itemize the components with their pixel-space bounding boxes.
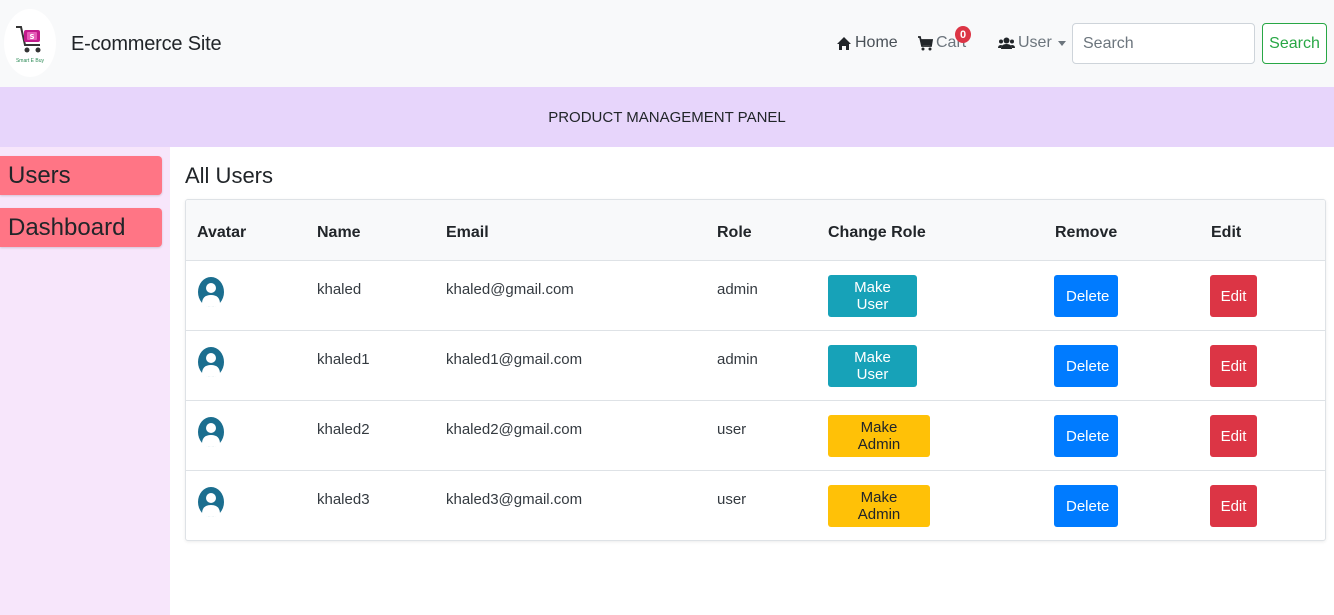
user-name: khaled — [317, 281, 362, 298]
column-header-change-role: Change Role — [828, 224, 926, 241]
sidebar-item-users[interactable]: Users — [0, 156, 162, 195]
delete-button[interactable]: Delete — [1054, 485, 1118, 527]
table-row: khaled khaled@gmail.com admin Make User … — [186, 261, 1325, 331]
column-header-edit: Edit — [1211, 224, 1242, 241]
panel-banner: PRODUCT MANAGEMENT PANEL — [0, 87, 1334, 147]
column-header-avatar: Avatar — [197, 224, 247, 241]
delete-button[interactable]: Delete — [1054, 415, 1118, 457]
panel-title: PRODUCT MANAGEMENT PANEL — [548, 108, 786, 126]
column-header-name: Name — [317, 224, 361, 241]
avatar-icon — [198, 487, 224, 517]
make-admin-button[interactable]: Make Admin — [828, 485, 930, 527]
avatar-icon — [198, 347, 224, 377]
user-email: khaled1@gmail.com — [446, 351, 583, 368]
cart-count-badge: 0 — [955, 26, 971, 43]
nav-home-label: Home — [855, 34, 898, 51]
users-icon — [998, 37, 1015, 49]
table-row: khaled3 khaled3@gmail.com user Make Admi… — [186, 471, 1325, 540]
column-header-remove: Remove — [1055, 224, 1118, 241]
chevron-down-icon — [1057, 40, 1066, 46]
table-header: Avatar Name Email Role Change Role Remov… — [186, 200, 1325, 261]
avatar-icon — [198, 417, 224, 447]
nav-home-link[interactable]: Home — [836, 34, 898, 52]
site-logo[interactable]: S Smart E Buy — [4, 9, 56, 77]
page-title: All Users — [185, 163, 274, 188]
make-user-button[interactable]: Make User — [828, 345, 917, 387]
user-name: khaled1 — [317, 351, 370, 368]
home-icon — [837, 36, 851, 50]
sidebar: Users Dashboard — [0, 147, 170, 615]
user-role: admin — [717, 351, 758, 368]
user-email: khaled@gmail.com — [446, 281, 574, 298]
user-role: user — [717, 421, 747, 438]
nav-user-label: User — [1018, 34, 1052, 51]
table-row: khaled2 khaled2@gmail.com user Make Admi… — [186, 401, 1325, 471]
edit-button[interactable]: Edit — [1210, 415, 1257, 457]
user-email: khaled3@gmail.com — [446, 491, 583, 508]
make-user-button[interactable]: Make User — [828, 275, 917, 317]
navbar: S Smart E Buy E-commerce Site Home Cart … — [0, 0, 1334, 87]
shopping-cart-logo-icon: S — [16, 25, 41, 52]
user-name: khaled2 — [317, 421, 370, 438]
column-header-role: Role — [717, 224, 752, 241]
table-row: khaled1 khaled1@gmail.com admin Make Use… — [186, 331, 1325, 401]
edit-button[interactable]: Edit — [1210, 275, 1257, 317]
avatar-icon — [198, 277, 224, 307]
sidebar-item-dashboard[interactable]: Dashboard — [0, 208, 162, 247]
cart-icon — [918, 35, 933, 50]
make-admin-button[interactable]: Make Admin — [828, 415, 930, 457]
delete-button[interactable]: Delete — [1054, 345, 1118, 387]
user-name: khaled3 — [317, 491, 370, 508]
edit-button[interactable]: Edit — [1210, 485, 1257, 527]
user-role: admin — [717, 281, 758, 298]
users-table: Avatar Name Email Role Change Role Remov… — [185, 199, 1326, 541]
delete-button[interactable]: Delete — [1054, 275, 1118, 317]
search-input[interactable] — [1072, 23, 1255, 64]
edit-button[interactable]: Edit — [1210, 345, 1257, 387]
column-header-email: Email — [446, 224, 489, 241]
logo-caption: Smart E Buy — [15, 57, 45, 64]
search-button[interactable]: Search — [1262, 23, 1327, 64]
nav-user-dropdown[interactable]: User — [998, 34, 1066, 52]
svg-text:S: S — [29, 33, 34, 41]
user-role: user — [717, 491, 747, 508]
site-brand[interactable]: E-commerce Site — [71, 33, 222, 56]
user-email: khaled2@gmail.com — [446, 421, 583, 438]
